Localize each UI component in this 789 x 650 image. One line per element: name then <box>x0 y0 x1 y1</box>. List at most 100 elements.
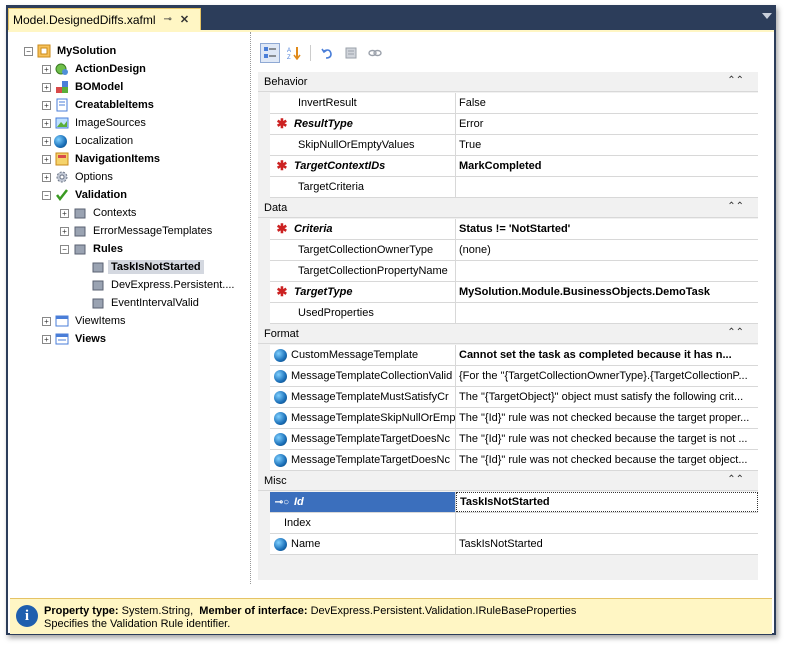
property-row[interactable]: TargetCriteria <box>270 177 758 198</box>
property-row[interactable]: MessageTemplateCollectionValid {For the … <box>270 366 758 387</box>
description-panel: i Property type: System.String, Member o… <box>10 598 772 634</box>
application-icon <box>36 43 52 59</box>
expand-icon[interactable]: + <box>42 64 51 74</box>
svg-text:A: A <box>287 48 291 54</box>
required-icon: ✱ <box>276 116 288 131</box>
property-row[interactable]: SkipNullOrEmptyValues True <box>270 135 758 156</box>
node-icon <box>72 205 88 221</box>
tree-item-actiondesign[interactable]: + ActionDesign <box>42 60 149 78</box>
property-row[interactable]: ✱ TargetType MySolution.Module.BusinessOb… <box>270 282 758 303</box>
tree-item-navigationitems[interactable]: + NavigationItems <box>42 150 163 168</box>
property-value[interactable] <box>456 303 758 323</box>
property-name: ✱ Criteria <box>270 219 456 239</box>
property-value[interactable]: The "{Id}" rule was not checked because … <box>456 408 758 428</box>
tree-item-devexpress-persistent[interactable]: DevExpress.Persistent.... <box>90 276 238 294</box>
tree-item-rules[interactable]: − Rules <box>60 240 126 258</box>
tree-item-viewitems[interactable]: + ViewItems <box>42 312 129 330</box>
tree-item-bomodel[interactable]: + BOModel <box>42 78 126 96</box>
property-row[interactable]: ✱ TargetContextIDs MarkCompleted <box>270 156 758 177</box>
expand-icon[interactable]: + <box>42 334 51 344</box>
property-row[interactable]: ✱ Criteria Status != 'NotStarted' <box>270 219 758 240</box>
model-tree: − MySolution + ActionDesign + BOModel + … <box>22 40 254 580</box>
collapse-icon[interactable]: − <box>60 244 69 254</box>
expand-icon[interactable]: + <box>42 118 51 128</box>
expand-icon[interactable]: + <box>42 136 51 146</box>
link-button[interactable] <box>365 43 385 63</box>
pin-icon[interactable]: ⊸ <box>164 14 172 25</box>
document-tab[interactable]: Model.DesignedDiffs.xafml ⊸ ✕ <box>8 8 201 30</box>
close-icon[interactable]: ✕ <box>180 13 189 26</box>
property-row[interactable]: MessageTemplateMustSatisfyCr The "{Targe… <box>270 387 758 408</box>
tree-item-errormessagetemplates[interactable]: + ErrorMessageTemplates <box>60 222 215 240</box>
property-value[interactable]: TaskIsNotStarted <box>456 492 758 512</box>
expand-icon[interactable]: + <box>60 226 69 236</box>
expand-icon[interactable]: + <box>60 208 69 218</box>
property-row[interactable]: ✱ ResultType Error <box>270 114 758 135</box>
window-menu-icon[interactable] <box>762 13 772 19</box>
collapse-category-icon[interactable]: ⌃⌃ <box>727 327 744 338</box>
globe-icon <box>274 348 287 362</box>
property-value[interactable]: The "{TargetObject}" object must satisfy… <box>456 387 758 407</box>
property-row[interactable]: InvertResult False <box>270 93 758 114</box>
categorized-button[interactable] <box>260 43 280 63</box>
property-value[interactable] <box>456 261 758 281</box>
tree-item-validation[interactable]: − Validation <box>42 186 130 204</box>
node-icon <box>72 223 88 239</box>
property-row[interactable]: MessageTemplateSkipNullOrEmp The "{Id}" … <box>270 408 758 429</box>
property-row[interactable]: Name TaskIsNotStarted <box>270 534 758 555</box>
property-value[interactable]: False <box>456 93 758 113</box>
node-icon <box>90 295 106 311</box>
property-value[interactable]: TaskIsNotStarted <box>456 534 758 554</box>
expand-icon[interactable]: + <box>42 172 51 182</box>
sort-alphabetical-button[interactable]: AZ <box>284 43 304 63</box>
property-name: MessageTemplateCollectionValid <box>270 366 456 386</box>
property-value[interactable]: Error <box>456 114 758 134</box>
expand-icon[interactable]: + <box>42 154 51 164</box>
property-row[interactable]: MessageTemplateTargetDoesNc The "{Id}" r… <box>270 429 758 450</box>
collapse-icon[interactable]: − <box>42 190 51 200</box>
property-value[interactable]: True <box>456 135 758 155</box>
tree-item-localization[interactable]: + Localization <box>42 132 136 150</box>
collapse-category-icon[interactable]: ⌃⌃ <box>727 474 744 485</box>
tree-item-mysolution[interactable]: − MySolution <box>24 42 119 60</box>
property-row[interactable]: TargetCollectionOwnerType (none) <box>270 240 758 261</box>
property-value[interactable]: MarkCompleted <box>456 156 758 176</box>
property-name: CustomMessageTemplate <box>270 345 456 365</box>
category-behavior[interactable]: Behavior ⌃⌃ <box>258 72 758 92</box>
property-value[interactable]: Cannot set the task as completed because… <box>456 345 758 365</box>
expand-icon[interactable]: + <box>42 82 51 92</box>
property-row[interactable]: MessageTemplateTargetDoesNc The "{Id}" r… <box>270 450 758 471</box>
property-row[interactable]: Index <box>270 513 758 534</box>
tree-item-views[interactable]: + Views <box>42 330 109 348</box>
collapse-icon[interactable]: − <box>24 46 33 56</box>
localization-button[interactable] <box>341 43 361 63</box>
category-format[interactable]: Format ⌃⌃ <box>258 324 758 344</box>
collapse-category-icon[interactable]: ⌃⌃ <box>727 75 744 86</box>
property-value[interactable]: MySolution.Module.BusinessObjects.DemoTa… <box>456 282 758 302</box>
globe-icon <box>274 390 287 404</box>
expand-icon[interactable]: + <box>42 100 51 110</box>
property-row[interactable]: ⊸○ Id TaskIsNotStarted <box>270 492 758 513</box>
expand-icon[interactable]: + <box>42 316 51 326</box>
tree-item-creatableitems[interactable]: + CreatableItems <box>42 96 157 114</box>
collapse-category-icon[interactable]: ⌃⌃ <box>727 201 744 212</box>
tree-item-imagesources[interactable]: + ImageSources <box>42 114 149 132</box>
property-row[interactable]: TargetCollectionPropertyName <box>270 261 758 282</box>
property-value[interactable]: {For the "{TargetCollectionOwnerType}.{T… <box>456 366 758 386</box>
undo-button[interactable] <box>317 43 337 63</box>
property-value[interactable]: Status != 'NotStarted' <box>456 219 758 239</box>
property-value[interactable]: The "{Id}" rule was not checked because … <box>456 450 758 470</box>
property-value[interactable] <box>456 177 758 197</box>
category-misc[interactable]: Misc ⌃⌃ <box>258 471 758 491</box>
tree-item-contexts[interactable]: + Contexts <box>60 204 139 222</box>
tree-item-options[interactable]: + Options <box>42 168 116 186</box>
property-value[interactable]: The "{Id}" rule was not checked because … <box>456 429 758 449</box>
category-data[interactable]: Data ⌃⌃ <box>258 198 758 218</box>
splitter[interactable] <box>250 32 254 584</box>
tree-item-taskisnotstarted[interactable]: TaskIsNotStarted <box>90 258 204 276</box>
property-value[interactable]: (none) <box>456 240 758 260</box>
property-row[interactable]: CustomMessageTemplate Cannot set the tas… <box>270 345 758 366</box>
property-row[interactable]: UsedProperties <box>270 303 758 324</box>
tree-item-eventintervalvalid[interactable]: EventIntervalValid <box>90 294 202 312</box>
property-value[interactable] <box>456 513 758 533</box>
